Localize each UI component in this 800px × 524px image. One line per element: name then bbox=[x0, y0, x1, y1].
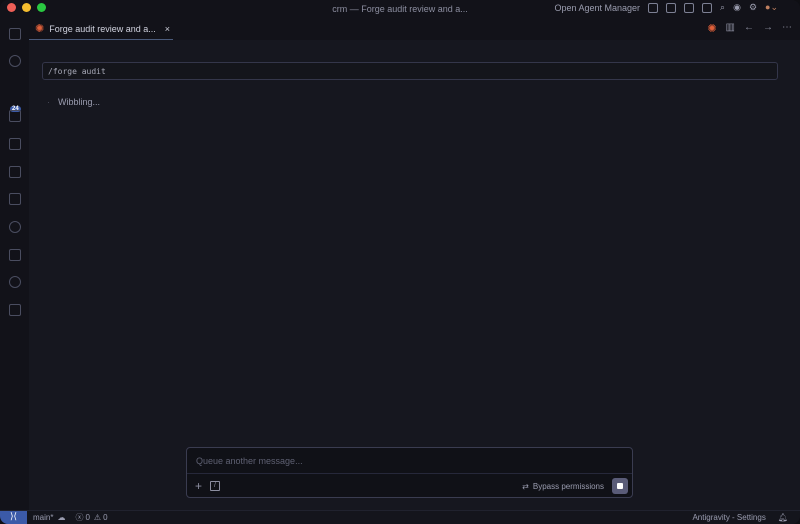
user-command-message: /forge audit bbox=[42, 62, 778, 80]
layout-icon[interactable] bbox=[648, 2, 659, 13]
back-arrow-icon[interactable]: ← bbox=[744, 22, 754, 35]
toggle-panel-icon[interactable] bbox=[684, 2, 695, 13]
branch-indicator[interactable]: main* bbox=[33, 513, 53, 522]
search-icon[interactable]: ⌕ bbox=[720, 2, 725, 13]
testing-icon[interactable] bbox=[9, 193, 21, 205]
slash-command-button[interactable]: / bbox=[210, 481, 221, 491]
settings-sync-icon[interactable] bbox=[9, 304, 21, 316]
settings-status-item[interactable]: Antigravity - Settings bbox=[692, 513, 765, 522]
composer: + / ⇄Bypass permissions bbox=[186, 447, 633, 498]
tab-label: Forge audit review and a... bbox=[49, 23, 156, 34]
agent-status: · Wibbling... bbox=[47, 97, 100, 107]
run-debug-icon[interactable] bbox=[9, 110, 21, 122]
avatar[interactable]: ●⌄ bbox=[765, 2, 778, 13]
status-text: Wibbling... bbox=[58, 97, 101, 107]
stop-button[interactable] bbox=[612, 478, 628, 494]
tab-forge-audit[interactable]: ✺ Forge audit review and a... × bbox=[29, 18, 173, 40]
toggle-secondary-sidebar-icon[interactable] bbox=[702, 2, 713, 13]
github-icon[interactable] bbox=[9, 276, 21, 288]
agent-icon[interactable] bbox=[9, 221, 21, 233]
globe-icon[interactable]: ◉ bbox=[733, 2, 741, 13]
containers-icon[interactable] bbox=[9, 249, 21, 261]
remote-indicator[interactable]: ⟩⟨ bbox=[0, 510, 27, 524]
toggle-sidebar-icon[interactable] bbox=[666, 2, 677, 13]
sync-icon[interactable]: ☁ bbox=[57, 513, 65, 522]
close-tab-icon[interactable]: × bbox=[165, 24, 170, 34]
remote-explorer-icon[interactable] bbox=[9, 138, 21, 150]
gear-icon[interactable]: ⚙ bbox=[749, 2, 757, 13]
activity-bar: 24 bbox=[0, 18, 29, 510]
bell-icon[interactable]: 🔔︎ bbox=[778, 513, 788, 522]
titlebar: crm — Forge audit review and a... Open A… bbox=[0, 0, 800, 18]
error-count[interactable]: 0 bbox=[85, 513, 89, 522]
tab-bar: ✺ Forge audit review and a... × ✺ ▥ ← → … bbox=[29, 18, 800, 40]
agent-star-icon: ✺ bbox=[35, 23, 45, 35]
split-editor-icon[interactable]: ▥ bbox=[726, 22, 735, 35]
permissions-icon: ⇄ bbox=[522, 481, 529, 491]
app-window: crm — Forge audit review and a... Open A… bbox=[0, 0, 800, 524]
open-agent-manager-button[interactable]: Open Agent Manager bbox=[554, 3, 640, 13]
message-input[interactable] bbox=[187, 448, 632, 474]
status-bar: ⟩⟨ main* ☁ ⓧ 0 ⚠ 0 Antigravity - Setting… bbox=[0, 510, 800, 524]
search-icon[interactable] bbox=[9, 55, 21, 67]
add-attachment-button[interactable]: + bbox=[195, 479, 202, 493]
explorer-icon[interactable] bbox=[9, 28, 21, 40]
warning-icon[interactable]: ⚠ bbox=[94, 513, 101, 522]
agent-chat-panel: /forge audit · Wibbling... + / ⇄Bypass pe… bbox=[29, 40, 800, 510]
bypass-label: Bypass permissions bbox=[532, 481, 604, 491]
bypass-permissions-button[interactable]: ⇄ Bypass permissions bbox=[522, 482, 604, 491]
stop-icon bbox=[617, 483, 623, 489]
source-control-icon[interactable] bbox=[9, 81, 21, 93]
extensions-icon[interactable] bbox=[9, 166, 21, 178]
status-dot-icon: · bbox=[47, 97, 50, 107]
more-icon[interactable]: ⋯ bbox=[782, 22, 792, 35]
warning-count[interactable]: 0 bbox=[103, 513, 107, 522]
forward-arrow-icon[interactable]: → bbox=[763, 22, 773, 35]
agent-star-icon[interactable]: ✺ bbox=[707, 22, 716, 35]
error-icon[interactable]: ⓧ bbox=[75, 512, 83, 523]
